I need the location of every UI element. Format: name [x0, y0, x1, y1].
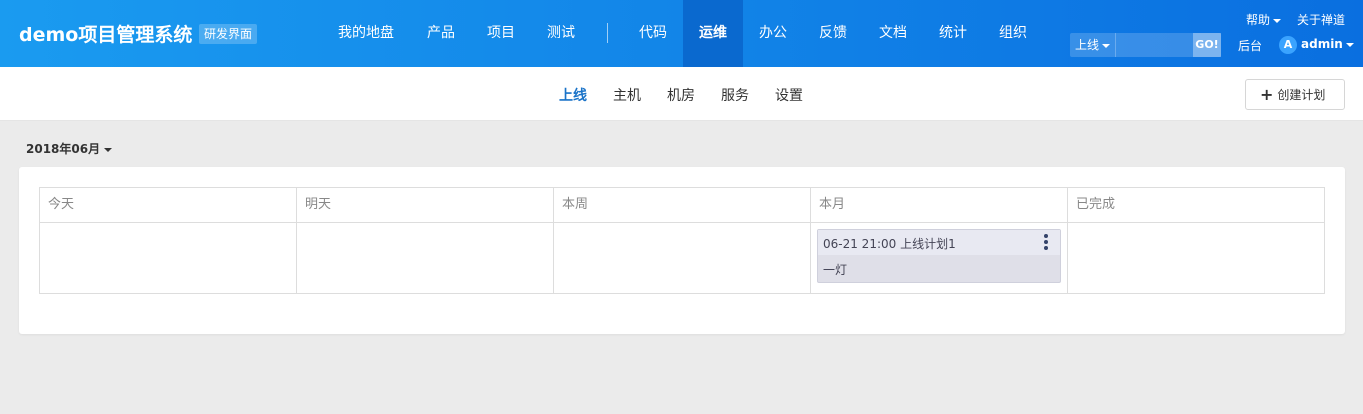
user-menu[interactable]: admin [1301, 37, 1354, 51]
nav-product[interactable]: 产品 [411, 0, 471, 67]
column-header-week: 本周 [554, 188, 811, 223]
app-brand[interactable]: demo项目管理系统 [19, 20, 192, 47]
subnav-host[interactable]: 主机 [613, 85, 641, 105]
nav-code[interactable]: 代码 [623, 0, 683, 67]
plus-icon: + [1260, 85, 1274, 104]
search-box: 上线 GO! [1070, 33, 1221, 57]
nav-office[interactable]: 办公 [743, 0, 803, 67]
caret-down-icon [1102, 43, 1111, 48]
user-name: admin [1301, 37, 1343, 51]
search-go-button[interactable]: GO! [1193, 33, 1221, 57]
caret-down-icon [104, 147, 113, 152]
subnav-settings[interactable]: 设置 [775, 85, 803, 105]
caret-down-icon [1273, 18, 1282, 23]
nav-my[interactable]: 我的地盘 [321, 0, 411, 67]
nav-ops[interactable]: 运维 [683, 0, 743, 67]
nav-test[interactable]: 测试 [531, 0, 591, 67]
subnav-datacenter[interactable]: 机房 [667, 85, 695, 105]
column-divider [810, 188, 811, 293]
column-divider [553, 188, 554, 293]
subnav-release[interactable]: 上线 [559, 85, 587, 105]
help-menu[interactable]: 帮助 [1246, 11, 1282, 28]
column-header-month: 本月 [811, 188, 1068, 223]
column-divider [1067, 188, 1068, 293]
card-title[interactable]: 06-21 21:00 上线计划1 [823, 235, 956, 252]
interface-tag[interactable]: 研发界面 [199, 24, 258, 44]
create-plan-button[interactable]: + 创建计划 [1245, 79, 1345, 110]
board-panel: 今天 明天 本周 本月 已完成 06-21 21:00 上线计划1 一灯 [19, 167, 1345, 334]
more-vertical-icon[interactable] [1042, 234, 1050, 250]
backend-link[interactable]: 后台 [1238, 37, 1262, 54]
column-header-today: 今天 [40, 188, 297, 223]
column-header-tomorrow: 明天 [297, 188, 554, 223]
nav-org[interactable]: 组织 [983, 0, 1043, 67]
create-plan-label: 创建计划 [1277, 88, 1326, 102]
column-divider [296, 188, 297, 293]
nav-doc[interactable]: 文档 [863, 0, 923, 67]
search-type-select[interactable]: 上线 [1070, 33, 1116, 57]
search-type-label: 上线 [1075, 38, 1100, 52]
nav-project[interactable]: 项目 [471, 0, 531, 67]
month-label: 2018年06月 [26, 142, 101, 156]
nav-stats[interactable]: 统计 [923, 0, 983, 67]
about-link[interactable]: 关于禅道 [1297, 11, 1345, 28]
sub-navigation: 上线 主机 机房 服务 设置 + 创建计划 [0, 67, 1363, 121]
caret-down-icon [1345, 42, 1354, 47]
subnav-service[interactable]: 服务 [721, 85, 749, 105]
help-label: 帮助 [1246, 13, 1271, 27]
release-plan-card[interactable]: 06-21 21:00 上线计划1 一灯 [817, 229, 1061, 283]
column-header-done: 已完成 [1068, 188, 1324, 223]
nav-feedback[interactable]: 反馈 [803, 0, 863, 67]
release-board: 今天 明天 本周 本月 已完成 06-21 21:00 上线计划1 一灯 [39, 187, 1325, 294]
search-input[interactable] [1116, 33, 1193, 57]
nav-divider [607, 23, 608, 43]
card-description: 一灯 [823, 263, 848, 277]
avatar[interactable]: A [1279, 36, 1297, 54]
month-selector[interactable]: 2018年06月 [26, 140, 113, 157]
top-header: demo项目管理系统 研发界面 我的地盘 产品 项目 测试 代码 运维 办公 反… [0, 0, 1363, 67]
